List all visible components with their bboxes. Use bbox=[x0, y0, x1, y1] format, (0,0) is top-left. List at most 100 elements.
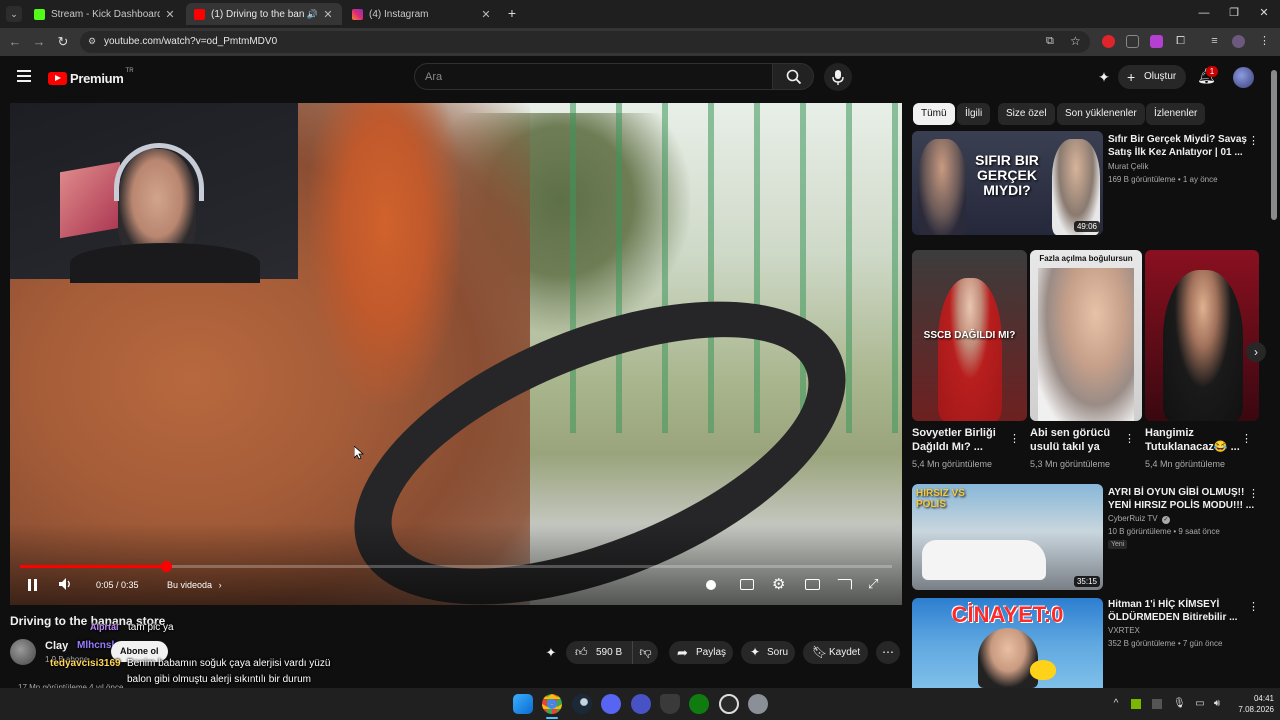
scrollbar-thumb[interactable] bbox=[1271, 70, 1277, 220]
back-icon[interactable]: ← bbox=[7, 34, 23, 50]
extension-red-icon[interactable] bbox=[1102, 35, 1115, 48]
extension-purple-icon[interactable] bbox=[1150, 35, 1163, 48]
short-thumbnail[interactable]: Fazla açılma boğulursun bbox=[1030, 250, 1142, 421]
search-button[interactable] bbox=[772, 63, 814, 90]
video-thumbnail[interactable]: SIFIR BIR GERÇEK MIYDI? 49:06 bbox=[912, 131, 1103, 235]
xbox-icon[interactable] bbox=[689, 694, 709, 714]
short-title[interactable]: Dağıldı Mı? ... bbox=[912, 441, 983, 454]
pause-button[interactable] bbox=[27, 579, 39, 592]
video-title[interactable]: YENİ HIRSIZ POLİS MODU!!! ... bbox=[1108, 499, 1254, 512]
more-actions-button[interactable]: ⋯ bbox=[876, 641, 900, 664]
ask-button[interactable]: ✦ Soru bbox=[741, 641, 795, 664]
chip-for-you[interactable]: Size özel bbox=[998, 103, 1055, 125]
save-button[interactable]: 🔖︎ Kaydet bbox=[803, 641, 868, 664]
search-input[interactable] bbox=[425, 68, 755, 86]
progress-scrubber[interactable] bbox=[160, 561, 172, 572]
more-vertical-icon[interactable]: ⋮ bbox=[1124, 432, 1135, 445]
bookmark-star-icon[interactable]: ☆ bbox=[1070, 34, 1081, 48]
tray-network-icon[interactable]: ▭ bbox=[1194, 698, 1206, 710]
chrome-icon[interactable] bbox=[542, 694, 562, 714]
channel-name[interactable]: Clay bbox=[45, 640, 68, 652]
youtube-logo[interactable]: Premium TR bbox=[48, 68, 134, 87]
video-title[interactable]: Sıfır Bir Gerçek Miydi? Savaş bbox=[1108, 133, 1247, 146]
obs-icon[interactable] bbox=[719, 694, 739, 714]
forward-icon[interactable]: → bbox=[31, 34, 47, 50]
video-title[interactable]: ÖLDÜRMEDEN Bitirebilir ... bbox=[1108, 611, 1237, 624]
more-vertical-icon[interactable]: ⋮ bbox=[1248, 134, 1259, 147]
short-title[interactable]: Abi sen görücü bbox=[1030, 427, 1110, 440]
progress-bar[interactable] bbox=[20, 561, 892, 572]
extension-tampermonkey-icon[interactable] bbox=[1126, 35, 1139, 48]
video-title[interactable]: AYRI Bİ OYUN GİBİ OLMUŞ!! bbox=[1108, 486, 1244, 499]
short-title[interactable]: Hangimiz bbox=[1145, 427, 1194, 440]
short-thumbnail[interactable] bbox=[1145, 250, 1259, 421]
extensions-puzzle-icon[interactable]: ⧠ bbox=[1174, 35, 1187, 48]
profile-avatar[interactable] bbox=[1232, 35, 1245, 48]
close-icon[interactable]: ✕ bbox=[164, 8, 176, 21]
reading-list-icon[interactable]: ≡ bbox=[1208, 35, 1221, 48]
video-player[interactable]: 0:05 / 0:35 Bu videoda › ⚙ ⤢ bbox=[10, 103, 902, 605]
tab-instagram[interactable]: (4) Instagram ✕ bbox=[344, 3, 500, 25]
shield-app-icon[interactable] bbox=[660, 694, 680, 714]
short-thumbnail[interactable]: SSCB DAĞILDI MI? bbox=[912, 250, 1027, 421]
gemini-icon[interactable]: ✦ bbox=[1096, 69, 1112, 85]
more-vertical-icon[interactable]: ⋮ bbox=[1248, 600, 1259, 613]
shorts-next-button[interactable]: › bbox=[1246, 342, 1266, 362]
install-app-icon[interactable]: ⧉ bbox=[1046, 35, 1054, 48]
short-title[interactable]: Sovyetler Birliği bbox=[912, 427, 996, 440]
account-avatar[interactable] bbox=[1233, 67, 1254, 88]
tray-nvidia-icon[interactable] bbox=[1131, 699, 1141, 709]
reload-icon[interactable]: ↻ bbox=[55, 34, 71, 50]
restore-icon[interactable]: ❐ bbox=[1226, 5, 1242, 21]
hamburger-menu-icon[interactable] bbox=[17, 70, 31, 82]
tab-search-button[interactable]: ⌄ bbox=[6, 6, 22, 22]
cast-icon[interactable] bbox=[837, 579, 852, 590]
settings-gear-icon[interactable]: ⚙ bbox=[772, 575, 785, 593]
chip-watched[interactable]: İzlenenler bbox=[1146, 103, 1206, 125]
more-vertical-icon[interactable]: ⋮ bbox=[1248, 487, 1259, 500]
subtitles-icon[interactable] bbox=[740, 579, 754, 590]
new-tab-button[interactable]: + bbox=[504, 5, 520, 21]
close-icon[interactable]: ✕ bbox=[322, 8, 334, 21]
miniplayer-pause-icon[interactable] bbox=[706, 580, 716, 590]
like-button[interactable]: 👍︎ 590 B bbox=[566, 641, 632, 664]
voice-search-button[interactable] bbox=[824, 63, 852, 91]
settings-app-icon[interactable] bbox=[748, 694, 768, 714]
fullscreen-icon[interactable]: ⤢ bbox=[868, 576, 878, 592]
chapter-button[interactable]: Bu videoda › bbox=[167, 580, 222, 590]
minimize-icon[interactable]: — bbox=[1196, 5, 1212, 21]
more-vertical-icon[interactable]: ⋮ bbox=[1009, 432, 1020, 445]
steam-icon[interactable] bbox=[572, 694, 592, 714]
taskbar-clock[interactable]: 04:41 bbox=[1232, 694, 1274, 703]
tray-volume-icon[interactable]: 🔊︎ bbox=[1211, 698, 1223, 710]
chip-all[interactable]: Tümü bbox=[913, 103, 955, 125]
windows-start-icon[interactable] bbox=[513, 694, 533, 714]
theater-mode-icon[interactable] bbox=[805, 579, 820, 590]
window-close-icon[interactable]: ✕ bbox=[1256, 5, 1272, 21]
share-button[interactable]: ➦ Paylaş bbox=[669, 641, 733, 664]
short-title[interactable]: usulü takıl ya bbox=[1030, 441, 1100, 454]
video-thumbnail[interactable]: HIRSIZ VS POLİS 35:15 bbox=[912, 484, 1103, 590]
create-button[interactable]: + Oluştur bbox=[1118, 65, 1187, 89]
page-scrollbar[interactable] bbox=[1270, 64, 1278, 688]
chip-recent[interactable]: Son yüklenenler bbox=[1057, 103, 1145, 125]
channel-avatar[interactable] bbox=[10, 639, 36, 665]
address-bar[interactable]: ⚙ youtube.com/watch?v=od_PmtmMDV0 ⧉ ☆ bbox=[80, 31, 1090, 53]
tab-kick-dashboard[interactable]: Stream - Kick Dashboard ✕ bbox=[26, 3, 184, 25]
video-channel[interactable]: Murat Çelik bbox=[1108, 161, 1148, 172]
discord-ptb-icon[interactable] bbox=[631, 694, 651, 714]
speaker-icon[interactable]: 🔊 bbox=[307, 9, 318, 20]
tray-overflow-icon[interactable]: ^ bbox=[1110, 698, 1122, 710]
ask-ai-icon[interactable]: ✦ bbox=[542, 645, 560, 661]
tab-youtube-video[interactable]: (1) Driving to the banana st 🔊 ✕ bbox=[186, 3, 342, 25]
video-title[interactable]: Satış İlk Kez Anlatıyor | 01 ... bbox=[1108, 146, 1243, 159]
taskbar-date[interactable]: 7.08.2026 bbox=[1226, 705, 1274, 714]
video-channel[interactable]: CyberRuiz TV ✓ bbox=[1108, 513, 1170, 524]
more-vertical-icon[interactable]: ⋮ bbox=[1241, 432, 1252, 445]
video-thumbnail[interactable]: CİNAYET:0 bbox=[912, 598, 1103, 688]
short-title[interactable]: Tutuklanacaz😂 ... bbox=[1145, 441, 1240, 454]
video-channel[interactable]: VXRTEX bbox=[1108, 625, 1140, 636]
tray-microphone-icon[interactable]: 🎙︎ bbox=[1173, 698, 1186, 710]
discord-icon[interactable] bbox=[601, 694, 621, 714]
tray-app-icon[interactable] bbox=[1152, 699, 1162, 709]
